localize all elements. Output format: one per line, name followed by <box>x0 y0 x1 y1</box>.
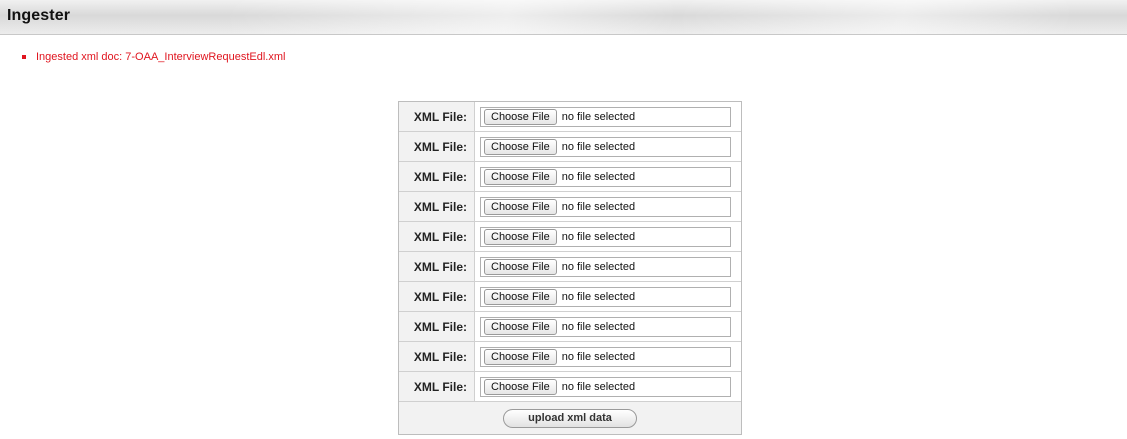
choose-file-button[interactable]: Choose File <box>484 288 557 305</box>
xml-file-label: XML File: <box>399 102 475 131</box>
choose-file-button[interactable]: Choose File <box>484 138 557 155</box>
file-row: XML File: Choose File no file selected <box>399 342 741 372</box>
upload-xml-button[interactable]: upload xml data <box>503 408 637 428</box>
file-status-text: no file selected <box>561 200 636 213</box>
file-row: XML File: Choose File no file selected <box>399 132 741 162</box>
file-status-text: no file selected <box>561 170 636 183</box>
choose-file-button[interactable]: Choose File <box>484 318 557 335</box>
xml-file-label: XML File: <box>399 312 475 341</box>
file-row: XML File: Choose File no file selected <box>399 102 741 132</box>
file-cell: Choose File no file selected <box>475 312 741 341</box>
file-row: XML File: Choose File no file selected <box>399 162 741 192</box>
xml-file-input[interactable]: Choose File no file selected <box>480 166 731 187</box>
file-cell: Choose File no file selected <box>475 222 741 251</box>
xml-file-label: XML File: <box>399 252 475 281</box>
header-sheen <box>0 0 1127 34</box>
choose-file-button[interactable]: Choose File <box>484 168 557 185</box>
file-row: XML File: Choose File no file selected <box>399 192 741 222</box>
file-row: XML File: Choose File no file selected <box>399 312 741 342</box>
status-message-list: Ingested xml doc: 7-OAA_InterviewRequest… <box>22 50 285 64</box>
xml-file-label: XML File: <box>399 342 475 371</box>
xml-file-input[interactable]: Choose File no file selected <box>480 286 731 307</box>
xml-file-label: XML File: <box>399 222 475 251</box>
page-title: Ingester <box>7 7 71 24</box>
file-cell: Choose File no file selected <box>475 102 741 131</box>
file-cell: Choose File no file selected <box>475 252 741 281</box>
choose-file-button[interactable]: Choose File <box>484 108 557 125</box>
file-status-text: no file selected <box>561 320 636 333</box>
submit-row: upload xml data <box>399 402 741 434</box>
file-status-text: no file selected <box>561 110 636 123</box>
file-cell: Choose File no file selected <box>475 342 741 371</box>
xml-file-label: XML File: <box>399 162 475 191</box>
file-status-text: no file selected <box>561 260 636 273</box>
choose-file-button[interactable]: Choose File <box>484 198 557 215</box>
file-status-text: no file selected <box>561 350 636 363</box>
file-row: XML File: Choose File no file selected <box>399 222 741 252</box>
file-cell: Choose File no file selected <box>475 162 741 191</box>
upload-form: XML File: Choose File no file selected X… <box>398 101 742 435</box>
file-cell: Choose File no file selected <box>475 132 741 161</box>
xml-file-input[interactable]: Choose File no file selected <box>480 136 731 157</box>
file-status-text: no file selected <box>561 380 636 393</box>
choose-file-button[interactable]: Choose File <box>484 348 557 365</box>
choose-file-button[interactable]: Choose File <box>484 378 557 395</box>
xml-file-input[interactable]: Choose File no file selected <box>480 376 731 397</box>
status-message-text: Ingested xml doc: 7-OAA_InterviewRequest… <box>36 51 286 63</box>
choose-file-button[interactable]: Choose File <box>484 228 557 245</box>
file-row: XML File: Choose File no file selected <box>399 282 741 312</box>
file-status-text: no file selected <box>561 140 636 153</box>
file-row: XML File: Choose File no file selected <box>399 252 741 282</box>
xml-file-label: XML File: <box>399 132 475 161</box>
xml-file-input[interactable]: Choose File no file selected <box>480 106 731 127</box>
file-row: XML File: Choose File no file selected <box>399 372 741 402</box>
choose-file-button[interactable]: Choose File <box>484 258 557 275</box>
xml-file-input[interactable]: Choose File no file selected <box>480 316 731 337</box>
xml-file-input[interactable]: Choose File no file selected <box>480 256 731 277</box>
page-header: Ingester <box>0 0 1127 35</box>
xml-file-input[interactable]: Choose File no file selected <box>480 226 731 247</box>
status-message: Ingested xml doc: 7-OAA_InterviewRequest… <box>22 50 285 64</box>
file-cell: Choose File no file selected <box>475 372 741 401</box>
bullet-icon <box>22 55 26 59</box>
file-cell: Choose File no file selected <box>475 192 741 221</box>
xml-file-input[interactable]: Choose File no file selected <box>480 196 731 217</box>
xml-file-label: XML File: <box>399 372 475 401</box>
xml-file-input[interactable]: Choose File no file selected <box>480 346 731 367</box>
file-cell: Choose File no file selected <box>475 282 741 311</box>
file-status-text: no file selected <box>561 230 636 243</box>
xml-file-label: XML File: <box>399 192 475 221</box>
xml-file-label: XML File: <box>399 282 475 311</box>
file-status-text: no file selected <box>561 290 636 303</box>
